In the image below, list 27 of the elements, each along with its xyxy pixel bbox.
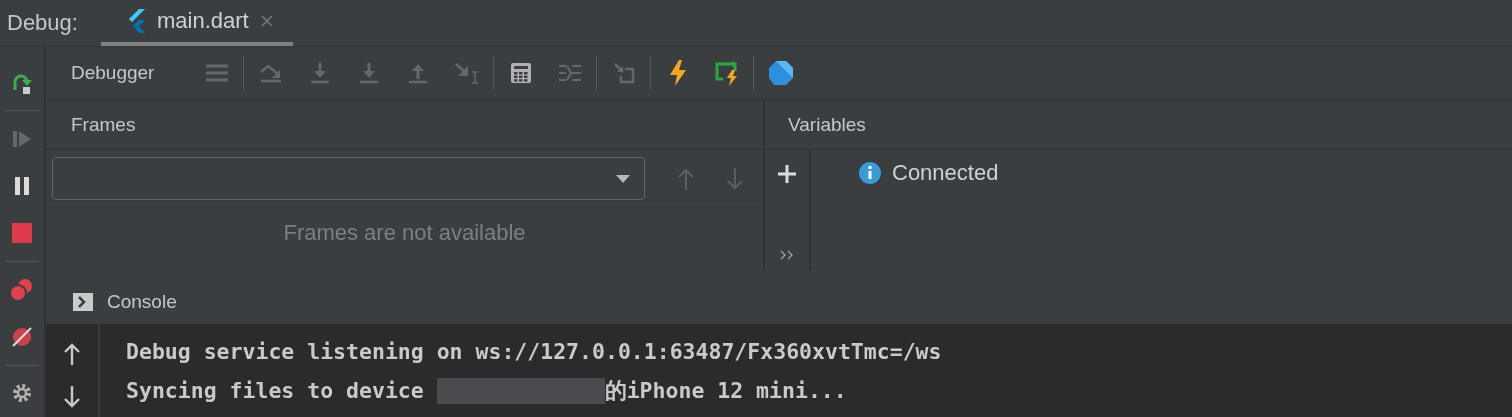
stop-icon[interactable]	[12, 223, 32, 244]
info-icon	[859, 162, 881, 184]
dropdown-caret-icon	[616, 174, 631, 183]
status-text: Connected	[892, 160, 999, 186]
console-icon	[73, 293, 93, 311]
add-icon[interactable]	[777, 164, 797, 184]
more-icon[interactable]	[780, 250, 794, 260]
pause-icon[interactable]	[14, 176, 30, 197]
close-icon[interactable]	[260, 15, 273, 27]
console-tab[interactable]: Console	[107, 291, 177, 313]
down-arrow-icon[interactable]	[63, 386, 81, 410]
dart-logo-icon[interactable]	[767, 60, 794, 86]
flutter-icon	[127, 9, 145, 33]
thread-dropdown[interactable]	[52, 157, 646, 200]
breakpoints-icon[interactable]	[9, 277, 35, 302]
frames-title: Frames	[71, 113, 136, 136]
panel-label: Debug:	[6, 9, 79, 37]
settings-icon[interactable]	[11, 382, 33, 405]
empty-message: Frames are not available	[283, 220, 526, 246]
file-tab[interactable]: main.dart	[101, 0, 293, 46]
variables-title: Variables	[788, 113, 866, 136]
calculator-icon[interactable]	[509, 62, 532, 84]
console-line: Debug service listening on ws://127.0.0.1:63487/Fx360xvtTmc=/ws	[126, 339, 942, 364]
console-line: Syncing files to device	[126, 378, 425, 403]
debugger-tab[interactable]: Debugger	[71, 62, 155, 84]
console-line: 的iPhone 12 mini...	[604, 377, 847, 405]
lightning-icon[interactable]	[668, 60, 687, 86]
